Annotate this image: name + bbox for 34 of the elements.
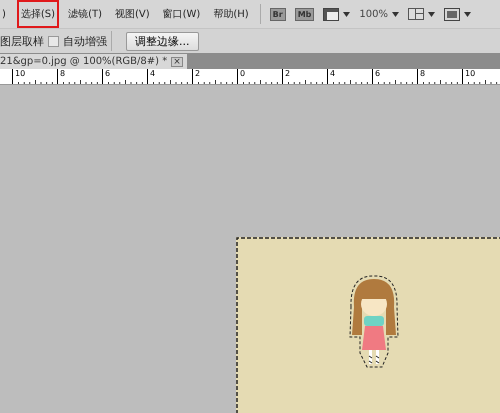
ruler-label: 10 bbox=[465, 69, 476, 78]
view-extras-icon[interactable] bbox=[323, 8, 340, 20]
zoom-level[interactable]: 100% bbox=[359, 8, 388, 20]
ruler-label: 8 bbox=[420, 69, 426, 78]
screen-mode-icon[interactable] bbox=[444, 8, 460, 20]
menu-item[interactable]: 滤镜(T) bbox=[66, 2, 104, 26]
ruler-label: 2 bbox=[285, 69, 290, 78]
checkbox-label: 自动增强 bbox=[63, 34, 107, 48]
menu-item[interactable]: 帮助(H) bbox=[211, 2, 251, 26]
document-tab[interactable]: 21&gp=0.jpg @ 100%(RGB/8#) * × bbox=[0, 54, 187, 69]
sample-label: 图层取样 bbox=[0, 34, 44, 48]
app-button[interactable]: Mb bbox=[294, 8, 314, 20]
ruler-label: 10 bbox=[15, 69, 26, 78]
ruler-label: 8 bbox=[60, 69, 66, 78]
caret-icon bbox=[392, 12, 399, 16]
menu-item[interactable]: 选择(S) bbox=[18, 2, 58, 26]
caret-icon bbox=[464, 12, 471, 16]
ruler-label: 6 bbox=[375, 69, 380, 78]
menu-item[interactable]: 视图(V) bbox=[112, 2, 152, 26]
menu-item[interactable]: 窗口(W) bbox=[160, 2, 202, 26]
arrange-documents-icon[interactable] bbox=[408, 8, 424, 20]
caret-icon bbox=[343, 12, 350, 16]
app-button[interactable]: Br bbox=[270, 8, 286, 20]
ruler-label: 4 bbox=[150, 69, 156, 78]
ruler-label: 4 bbox=[330, 69, 336, 78]
caret-icon bbox=[428, 12, 435, 16]
menu-item[interactable]: ) bbox=[0, 4, 8, 24]
refine-edge-button[interactable]: 调整边缘... bbox=[126, 32, 198, 50]
close-button[interactable]: × bbox=[171, 56, 183, 66]
auto-enhance-checkbox[interactable] bbox=[48, 36, 59, 46]
ruler-label: 0 bbox=[240, 69, 246, 78]
ruler-label: 6 bbox=[105, 69, 110, 78]
ruler-label: 2 bbox=[195, 69, 200, 78]
document-title: 21&gp=0.jpg @ 100%(RGB/8#) * bbox=[0, 56, 168, 67]
